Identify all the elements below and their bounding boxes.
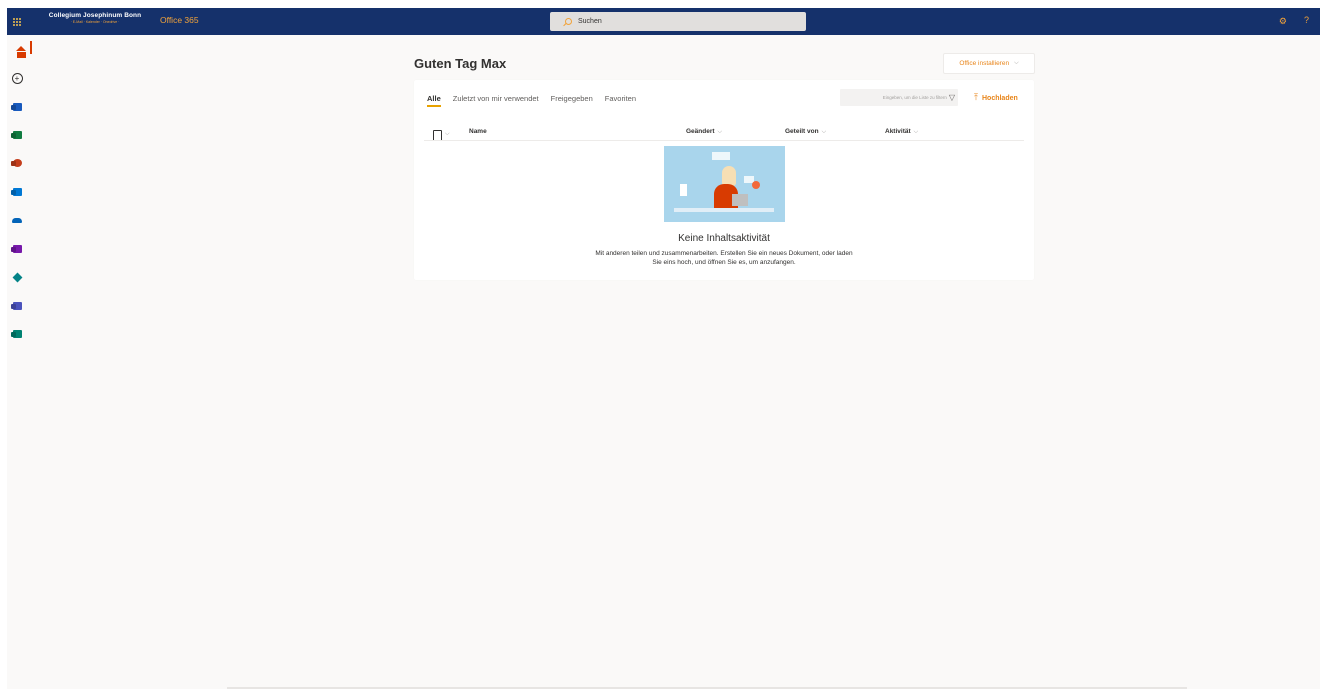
- rail-outlook[interactable]: [7, 181, 27, 203]
- top-bar: Collegium Josephinum Bonn · E-Mail · Kal…: [7, 8, 1320, 35]
- brand-title: Collegium Josephinum Bonn: [48, 12, 142, 19]
- excel-icon: [12, 131, 22, 139]
- rail-onedrive[interactable]: [7, 209, 27, 231]
- rail-onenote[interactable]: [7, 238, 27, 260]
- app-launcher-button[interactable]: [7, 8, 27, 35]
- empty-state-line-1: Mit anderen teilen und zusammenarbeiten.…: [595, 250, 853, 257]
- waffle-icon: [13, 17, 21, 26]
- column-name-label: Name: [469, 128, 487, 135]
- tab-recent[interactable]: Zuletzt von mir verwendet: [453, 94, 539, 107]
- chevron-down-icon: ⌵: [717, 129, 723, 135]
- filter-input[interactable]: Eingeben, um die Liste zu filtern ▽: [840, 89, 958, 106]
- column-activity[interactable]: Aktivität ⌵: [885, 128, 918, 136]
- empty-state-title: Keine Inhaltsaktivität: [678, 233, 770, 244]
- rail-teams[interactable]: [7, 295, 27, 317]
- filter-placeholder: Eingeben, um die Liste zu filtern: [882, 95, 947, 100]
- upload-icon: ⤒: [974, 92, 978, 102]
- org-brand[interactable]: Collegium Josephinum Bonn · E-Mail · Kal…: [35, 12, 155, 25]
- document-tabs: Alle Zuletzt von mir verwendet Freigegeb…: [427, 94, 636, 107]
- empty-state-line-2: Sie eins hoch, und öffnen Sie es, um anz…: [652, 259, 796, 266]
- column-changed[interactable]: Geändert ⌵: [686, 128, 722, 136]
- brand-subtitle: · E-Mail · Kalender · Onedrive ·: [70, 20, 120, 24]
- gear-icon[interactable]: ⚙: [1279, 16, 1287, 27]
- onenote-icon: [12, 245, 22, 253]
- sharepoint-icon: [12, 272, 22, 282]
- powerpoint-icon: [12, 159, 22, 167]
- rail-excel[interactable]: [7, 124, 27, 146]
- documents-card: Alle Zuletzt von mir verwendet Freigegeb…: [414, 80, 1034, 280]
- install-office-label: Office installieren: [959, 60, 1010, 67]
- tab-favorites[interactable]: Favoriten: [605, 94, 636, 107]
- upload-label: Hochladen: [981, 95, 1018, 102]
- chevron-down-icon: ⌵: [913, 129, 919, 135]
- rail-sway[interactable]: [7, 323, 27, 345]
- column-changed-label: Geändert: [686, 128, 715, 135]
- page-greeting: Guten Tag Max: [414, 56, 507, 71]
- install-office-button[interactable]: Office installieren ⌵: [943, 53, 1035, 74]
- filter-icon: ▽: [948, 93, 955, 102]
- search-placeholder: Suchen: [578, 18, 602, 25]
- question-icon[interactable]: ?: [1304, 15, 1309, 25]
- office-home-page: Collegium Josephinum Bonn · E-Mail · Kal…: [7, 8, 1320, 689]
- teams-icon: [12, 302, 22, 310]
- tab-shared[interactable]: Freigegeben: [551, 94, 593, 107]
- column-shared-by[interactable]: Geteilt von ⌵: [785, 128, 826, 136]
- chevron-down-icon: ⌵: [1014, 60, 1019, 66]
- empty-state-illustration: [664, 146, 785, 222]
- chevron-down-icon: ⌵: [821, 129, 827, 135]
- product-name-link[interactable]: Office 365: [160, 15, 199, 25]
- chevron-down-icon[interactable]: ⌵: [445, 131, 450, 138]
- word-icon: [12, 103, 22, 111]
- column-shared-by-label: Geteilt von: [785, 128, 819, 135]
- header-divider: [424, 140, 1024, 141]
- sway-icon: [12, 330, 22, 338]
- search-icon: [562, 17, 572, 27]
- plus-circle-icon: +: [11, 72, 23, 84]
- tab-all[interactable]: Alle: [427, 94, 441, 107]
- rail-create[interactable]: +: [7, 67, 27, 89]
- rail-home[interactable]: [7, 39, 32, 61]
- search-box[interactable]: Suchen: [550, 12, 806, 31]
- empty-state-description: Mit anderen teilen und zusammenarbeiten.…: [564, 249, 884, 267]
- outlook-icon: [12, 188, 22, 196]
- column-name[interactable]: Name: [469, 128, 487, 135]
- rail-powerpoint[interactable]: [7, 152, 27, 174]
- rail-word[interactable]: [7, 96, 27, 118]
- onedrive-icon: [12, 217, 22, 223]
- rail-sharepoint[interactable]: [7, 266, 27, 288]
- column-activity-label: Aktivität: [885, 128, 911, 135]
- upload-button[interactable]: ⤒ Hochladen: [974, 92, 1018, 103]
